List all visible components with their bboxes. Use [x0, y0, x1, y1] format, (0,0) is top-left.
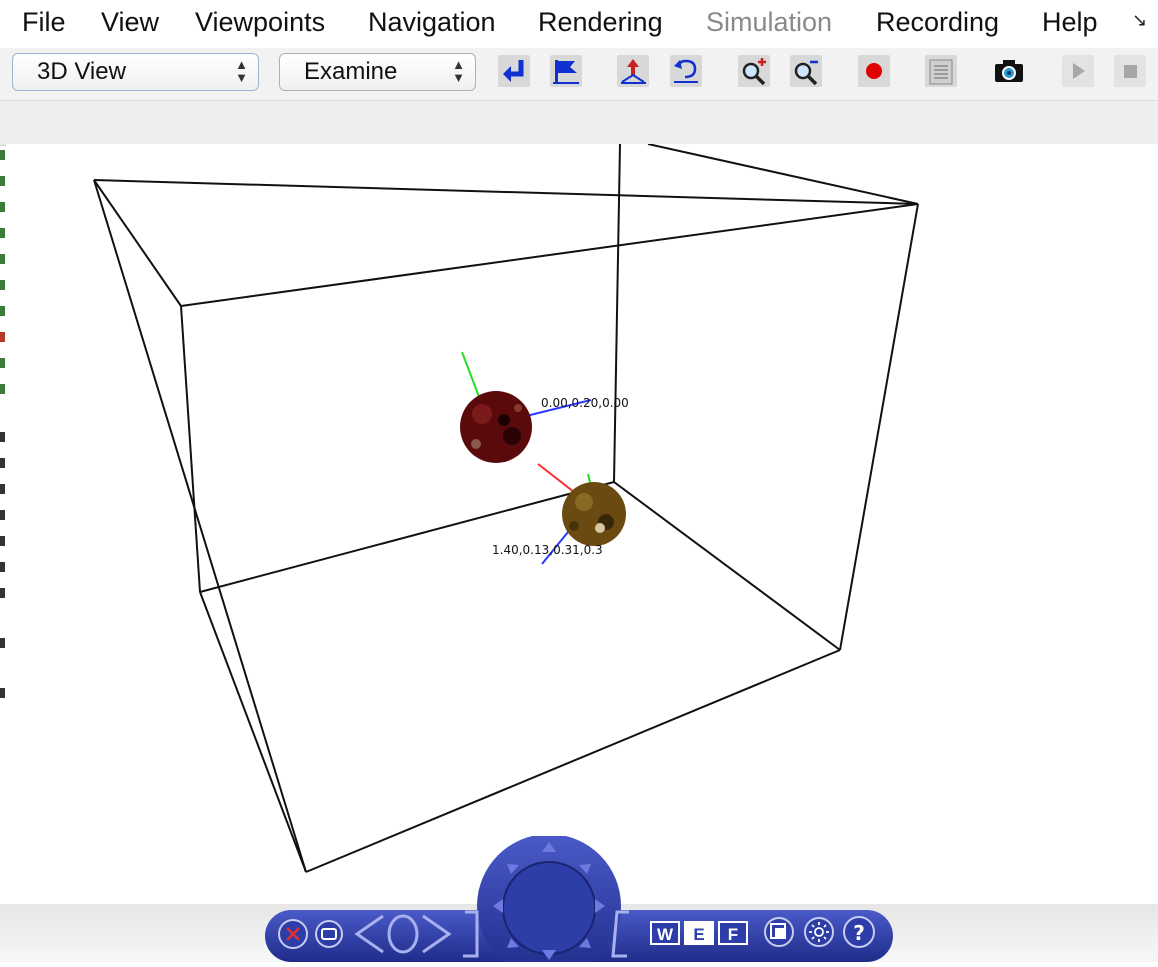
box-edge — [93, 179, 182, 307]
flag-icon — [553, 60, 579, 84]
undo-button[interactable] — [670, 55, 702, 87]
3d-viewport[interactable]: 0.00,0.20,0.00 1.40,0.13,0.31,0.3 — [6, 144, 1158, 904]
menu-navigation[interactable]: Navigation — [368, 7, 496, 38]
navigation-mode-select[interactable]: Examine ▲ ▼ — [279, 53, 476, 91]
menu-recording[interactable]: Recording — [876, 7, 999, 38]
golden-brown-sphere — [562, 482, 626, 546]
clipboard-icon — [929, 59, 953, 85]
object-golden-brown[interactable]: 1.40,0.13,0.31,0.3 — [492, 463, 626, 565]
bounding-box — [93, 144, 919, 873]
box-edge — [93, 179, 919, 205]
zoom-in-icon — [742, 58, 766, 86]
toolbar: 3D View ▲ ▼ Examine ▲ ▼ — [0, 48, 1158, 100]
x-axis-line — [537, 463, 575, 493]
navigation-dashboard-canvas: W E F ? — [265, 834, 893, 967]
box-edge — [180, 305, 201, 593]
wireframe-label: W — [657, 925, 674, 944]
restore-button[interactable] — [315, 920, 343, 948]
box-edge — [180, 203, 919, 307]
object-label: 1.40,0.13,0.31,0.3 — [492, 543, 603, 557]
menu-rendering[interactable]: Rendering — [538, 7, 663, 38]
view-select[interactable]: 3D View ▲ ▼ — [12, 53, 259, 91]
clipboard-button[interactable] — [925, 55, 957, 87]
zoom-out-icon — [794, 60, 818, 86]
record-icon — [866, 63, 882, 79]
box-edge — [199, 481, 615, 593]
menu-viewpoints[interactable]: Viewpoints — [195, 7, 325, 38]
play-icon — [1073, 63, 1085, 79]
zoom-in-button[interactable] — [738, 55, 770, 87]
object-dark-red[interactable]: 0.00,0.20,0.00 — [460, 351, 629, 463]
fly-label: F — [728, 925, 738, 944]
menu-bar: File View Viewpoints Navigation Renderin… — [0, 0, 1158, 49]
select-arrows-icon: ▲ ▼ — [235, 57, 248, 85]
scene-canvas[interactable]: 0.00,0.20,0.00 1.40,0.13,0.31,0.3 — [6, 144, 1158, 904]
box-edge — [839, 203, 919, 651]
box-edge — [93, 179, 307, 873]
box-edge — [613, 481, 841, 651]
align-up-icon — [621, 59, 646, 84]
menu-help[interactable]: Help — [1042, 7, 1098, 38]
help-icon: ? — [853, 921, 865, 945]
box-edge — [647, 144, 919, 205]
camera-icon — [995, 60, 1023, 82]
return-arrow-icon — [503, 60, 524, 82]
menu-file[interactable]: File — [22, 7, 66, 38]
stop-icon — [1124, 65, 1137, 78]
navigation-mode-value: Examine — [304, 58, 398, 85]
play-button — [1062, 55, 1094, 87]
examine-label: E — [693, 925, 704, 944]
stop-button — [1114, 55, 1146, 87]
object-label: 0.00,0.20,0.00 — [541, 396, 629, 410]
undo-icon — [674, 59, 698, 83]
view-select-value: 3D View — [37, 58, 126, 85]
zoom-out-button[interactable] — [790, 55, 822, 87]
record-button[interactable] — [858, 55, 890, 87]
navigation-dashboard[interactable]: W E F ? — [265, 834, 895, 967]
dark-red-sphere — [460, 391, 532, 463]
return-arrow-button[interactable] — [498, 55, 530, 87]
flag-button[interactable] — [550, 55, 582, 87]
menu-simulation: Simulation — [706, 7, 833, 37]
y-axis-line — [461, 351, 482, 403]
box-edge — [199, 591, 307, 873]
menu-overflow-icon[interactable]: ↘ — [1132, 10, 1147, 31]
select-arrows-icon: ▲ ▼ — [452, 57, 465, 85]
empty-toolbar-strip — [0, 100, 1158, 146]
align-up-button[interactable] — [617, 55, 649, 87]
menu-view[interactable]: View — [101, 7, 159, 38]
snapshot-button[interactable] — [993, 55, 1025, 87]
